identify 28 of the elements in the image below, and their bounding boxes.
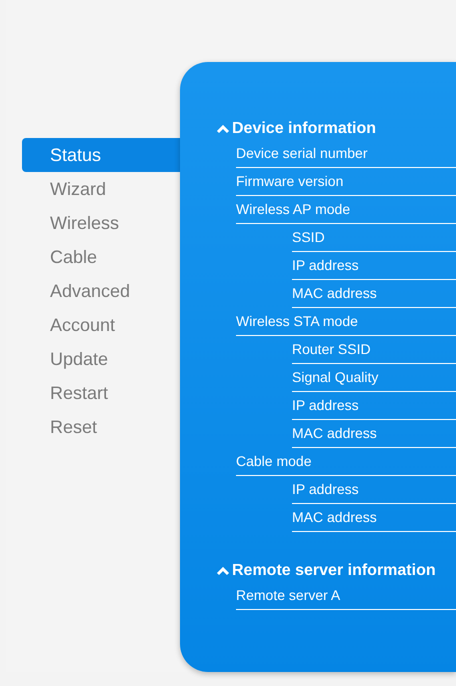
info-row: Router SSID	[292, 336, 456, 364]
sidebar-item[interactable]: Cable	[22, 240, 180, 274]
sidebar-item[interactable]: Status	[22, 138, 180, 172]
info-row: Firmware version	[236, 168, 456, 196]
info-row: Signal Quality	[292, 364, 456, 392]
info-row: IP address	[292, 392, 456, 420]
info-row: Device serial number	[236, 140, 456, 168]
sidebar-item[interactable]: Advanced	[22, 274, 180, 308]
info-row: MAC address	[292, 504, 456, 532]
info-row: IP address	[292, 476, 456, 504]
sidebar-item[interactable]: Reset	[22, 410, 180, 444]
chevron-up-icon[interactable]	[216, 566, 230, 576]
info-row: Cable mode	[236, 448, 456, 476]
info-row: Wireless AP mode	[236, 196, 456, 224]
info-row: IP address	[292, 252, 456, 280]
sidebar-item[interactable]: Account	[22, 308, 180, 342]
sidebar-item[interactable]: Wireless	[22, 206, 180, 240]
info-row: Remote server A	[236, 582, 456, 610]
info-row: MAC address	[292, 420, 456, 448]
info-row: SSID	[292, 224, 456, 252]
sidebar-item[interactable]: Wizard	[22, 172, 180, 206]
section-title: Remote server information	[232, 562, 436, 580]
section-title: Device information	[232, 120, 376, 138]
sidebar-item[interactable]: Update	[22, 342, 180, 376]
chevron-up-icon[interactable]	[216, 124, 230, 134]
sidebar-item[interactable]: Restart	[22, 376, 180, 410]
info-row: Wireless STA mode	[236, 308, 456, 336]
info-row: MAC address	[292, 280, 456, 308]
